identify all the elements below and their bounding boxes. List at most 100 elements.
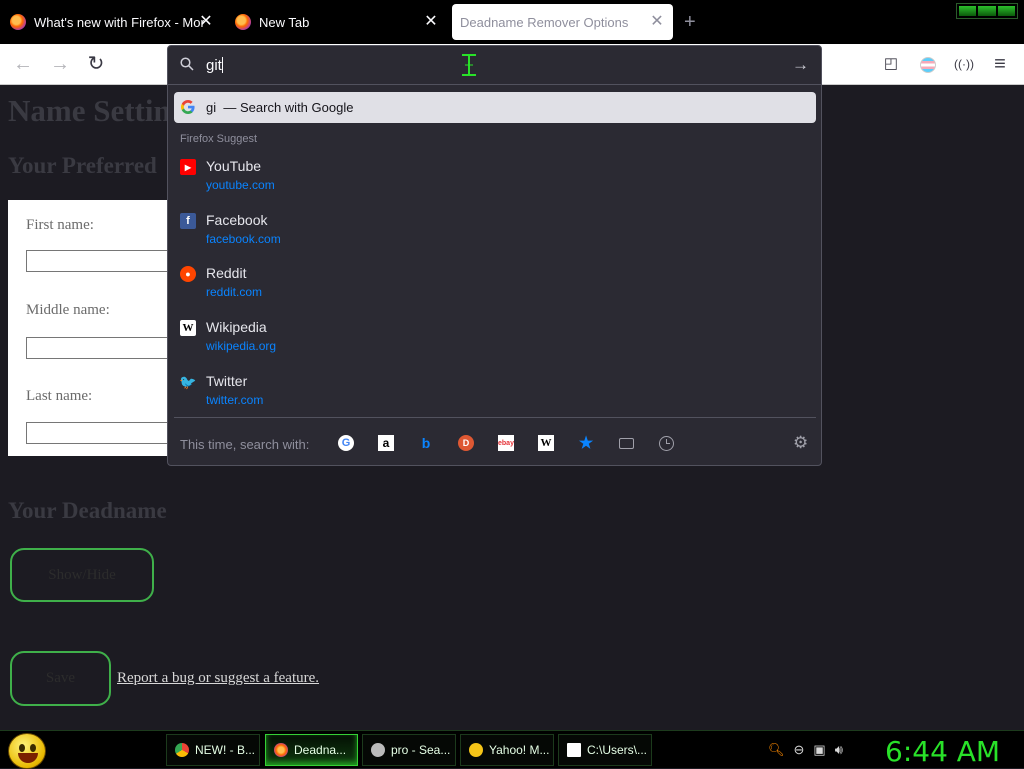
back-button[interactable]: ← (10, 52, 36, 78)
taskbar-item[interactable]: Yahoo! M... (460, 734, 554, 766)
first-name-field[interactable] (26, 250, 186, 272)
close-icon[interactable]: ✕ (198, 14, 214, 30)
site-name: Reddit (206, 265, 247, 281)
bookmarks-icon[interactable]: ★ (578, 435, 594, 452)
search-icon[interactable]: 🔍︎ (768, 742, 785, 758)
tab-deadname-remover-options[interactable]: Deadname Remover Options ✕ (452, 4, 673, 40)
middle-name-field[interactable] (26, 337, 186, 359)
volume-icon[interactable]: 🔊︎ (835, 742, 843, 758)
taskbar-item[interactable]: C:\Users\... (558, 734, 652, 766)
chrome-icon (175, 743, 189, 757)
ibeam-cursor-icon (462, 54, 476, 76)
network-icon[interactable]: ▣ (813, 742, 825, 758)
save-button[interactable]: Save (10, 651, 111, 706)
facebook-icon: f (180, 213, 196, 229)
site-name: Wikipedia (206, 319, 267, 335)
suggestion-youtube[interactable]: ▶ YouTube youtube.com (174, 156, 816, 206)
urlbar-typed-text: git (206, 57, 222, 74)
close-icon[interactable]: ✕ (649, 14, 665, 30)
site-url: facebook.com (206, 232, 281, 246)
preferred-name-form: First name: Middle name: Last name: (8, 200, 186, 456)
search-app-icon (371, 743, 385, 757)
taskbar-item-active[interactable]: Deadna... (265, 734, 358, 766)
trans-flag-icon (920, 57, 936, 73)
taskbar-item-label: Deadna... (294, 743, 347, 757)
site-name: YouTube (206, 158, 262, 174)
taskbar-item-label: Yahoo! M... (489, 743, 550, 757)
amazon-icon[interactable]: a (378, 435, 394, 451)
tabs-icon[interactable] (618, 435, 634, 451)
middle-name-label: Middle name: (26, 302, 110, 318)
minus-circle-icon[interactable]: ⊖ (794, 742, 805, 758)
last-name-field[interactable] (26, 422, 186, 444)
site-name: Facebook (206, 212, 268, 228)
suggestion-text: gi — Search with Google (206, 100, 353, 115)
window-controls[interactable] (956, 3, 1018, 19)
search-icon (180, 57, 194, 71)
google-icon (181, 100, 195, 114)
suggestion-query: gi (206, 100, 217, 115)
yahoo-messenger-icon (469, 743, 483, 757)
suggestion-reddit[interactable]: ● Reddit reddit.com (174, 263, 816, 313)
menu-button[interactable]: ≡ (987, 52, 1013, 78)
clock[interactable]: 6:44 AM (885, 735, 1000, 768)
show-hide-button[interactable]: Show/Hide (10, 548, 154, 602)
tab-whats-new[interactable]: What's new with Firefox - More ✕ (0, 4, 222, 40)
firefox-icon (235, 14, 251, 30)
site-url: wikipedia.org (206, 339, 277, 353)
suggestion-separator: — (223, 100, 237, 115)
extension-button[interactable] (915, 52, 941, 78)
extension-button-2[interactable]: ((·)) (951, 52, 977, 78)
pocket-button[interactable]: ◰ (878, 52, 904, 78)
taskbar-item-label: pro - Sea... (391, 743, 451, 757)
site-url: twitter.com (206, 393, 264, 407)
suggestion-twitter[interactable]: 🐦 Twitter twitter.com (174, 371, 816, 421)
tab-title: What's new with Firefox - More (34, 14, 204, 30)
forward-button[interactable]: → (47, 52, 73, 78)
taskbar-item-label: NEW! - B... (195, 743, 255, 757)
firefox-icon (274, 743, 288, 757)
deadname-heading: Your Deadname (8, 498, 167, 523)
urlbar-input[interactable]: git (206, 57, 223, 74)
taskbar-item[interactable]: NEW! - B... (166, 734, 260, 766)
firefox-icon (10, 14, 26, 30)
suggestion-action: Search with Google (239, 100, 354, 115)
close-icon[interactable]: ✕ (423, 14, 439, 30)
preferred-name-heading: Your Preferred (8, 153, 157, 178)
history-icon[interactable] (658, 435, 674, 451)
site-url: reddit.com (206, 285, 263, 299)
taskbar-item[interactable]: pro - Sea... (362, 734, 456, 766)
first-name-label: First name: (26, 217, 94, 233)
suggestion-wikipedia[interactable]: W Wikipedia wikipedia.org (174, 317, 816, 367)
new-tab-button[interactable]: + (684, 12, 696, 32)
urlbar-input-row[interactable]: git → (168, 46, 821, 85)
report-bug-link[interactable]: Report a bug or suggest a feature. (117, 670, 319, 687)
gear-icon[interactable]: ⚙ (793, 433, 808, 453)
reddit-icon: ● (180, 266, 196, 282)
one-off-search-label: This time, search with: (180, 437, 310, 452)
search-suggestion-google[interactable]: gi — Search with Google (174, 92, 816, 123)
google-icon[interactable]: G (338, 435, 354, 451)
reload-button[interactable]: ↻ (83, 52, 109, 78)
site-name: Twitter (206, 373, 248, 389)
tab-strip: What's new with Firefox - More ✕ New Tab… (0, 0, 1024, 44)
go-arrow-icon[interactable]: → (792, 55, 809, 75)
suggestion-facebook[interactable]: f Facebook facebook.com (174, 210, 816, 260)
youtube-icon: ▶ (180, 159, 196, 175)
duckduckgo-icon[interactable]: D (458, 435, 474, 451)
start-button-smiley[interactable] (8, 733, 46, 769)
firefox-suggest-header: Firefox Suggest (180, 133, 258, 145)
last-name-label: Last name: (26, 388, 93, 404)
taskbar: NEW! - B... Deadna... pro - Sea... Yahoo… (0, 730, 1024, 769)
tab-new-tab[interactable]: New Tab ✕ (225, 4, 447, 40)
ebay-icon[interactable]: ebay (498, 435, 514, 451)
wikipedia-icon[interactable]: W (538, 435, 554, 451)
7zip-icon (567, 743, 581, 757)
divider (174, 417, 816, 418)
urlbar-popup: git → gi — Search with Google Firefox Su… (167, 45, 822, 466)
text-caret (221, 57, 223, 73)
tab-title: New Tab (259, 14, 310, 30)
bing-icon[interactable]: b (418, 435, 434, 451)
wikipedia-icon: W (180, 320, 196, 336)
twitter-icon: 🐦 (179, 373, 197, 390)
